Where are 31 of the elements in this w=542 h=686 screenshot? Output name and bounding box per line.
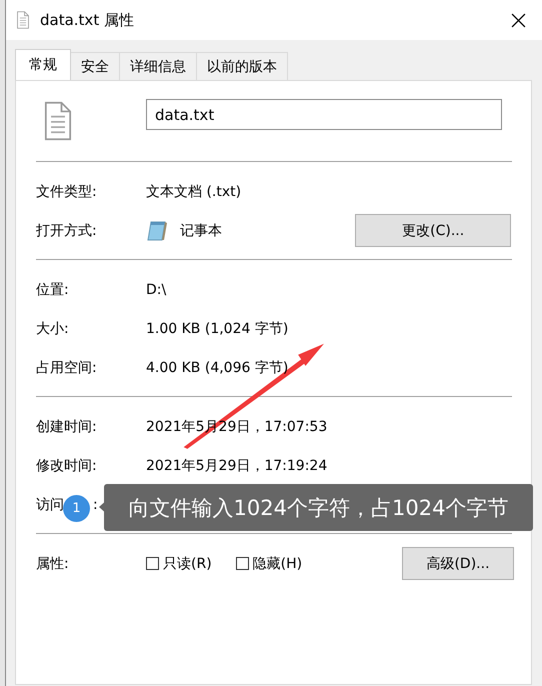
field-value: 2021年5月29日，17:19:24: [146, 456, 328, 474]
label-colon: :: [93, 496, 98, 512]
document-icon: [42, 101, 74, 141]
change-button[interactable]: 更改(C)...: [355, 214, 511, 247]
app-name: 记事本: [180, 222, 222, 240]
annotation-callout: 向文件输入1024个字符，占1024个字节: [104, 484, 533, 531]
close-icon: [510, 12, 526, 28]
tab[interactable]: 以前的版本: [196, 52, 288, 80]
window-title: data.txt 属性: [40, 10, 135, 30]
field-label: 修改时间:: [36, 456, 98, 474]
checkbox[interactable]: [236, 557, 249, 570]
field-label: 占用空间:: [36, 358, 98, 376]
field-label: 打开方式:: [36, 222, 98, 240]
tab[interactable]: 常规: [15, 49, 71, 80]
field-value: 4.00 KB (4,096 字节): [146, 358, 288, 376]
advanced-button[interactable]: 高级(D)...: [402, 547, 514, 580]
checkbox[interactable]: [146, 557, 159, 570]
field-label: 位置:: [36, 280, 70, 298]
field-label: 大小:: [36, 320, 70, 338]
notepad-icon: [146, 218, 170, 242]
checkbox-label: 隐藏(H): [252, 554, 302, 572]
checkbox-label: 只读(R): [163, 554, 212, 572]
field-label: 访问: [36, 496, 64, 514]
file-name-field[interactable]: data.txt: [146, 99, 502, 130]
field-label: 创建时间:: [36, 418, 98, 436]
field-label: 属性:: [36, 554, 70, 572]
document-icon: [16, 11, 30, 29]
field-value: D:\: [146, 282, 166, 298]
field-value: 文本文档 (.txt): [146, 182, 242, 200]
field-value: 1.00 KB (1,024 字节): [146, 320, 288, 338]
field-label: 文件类型:: [36, 182, 98, 200]
